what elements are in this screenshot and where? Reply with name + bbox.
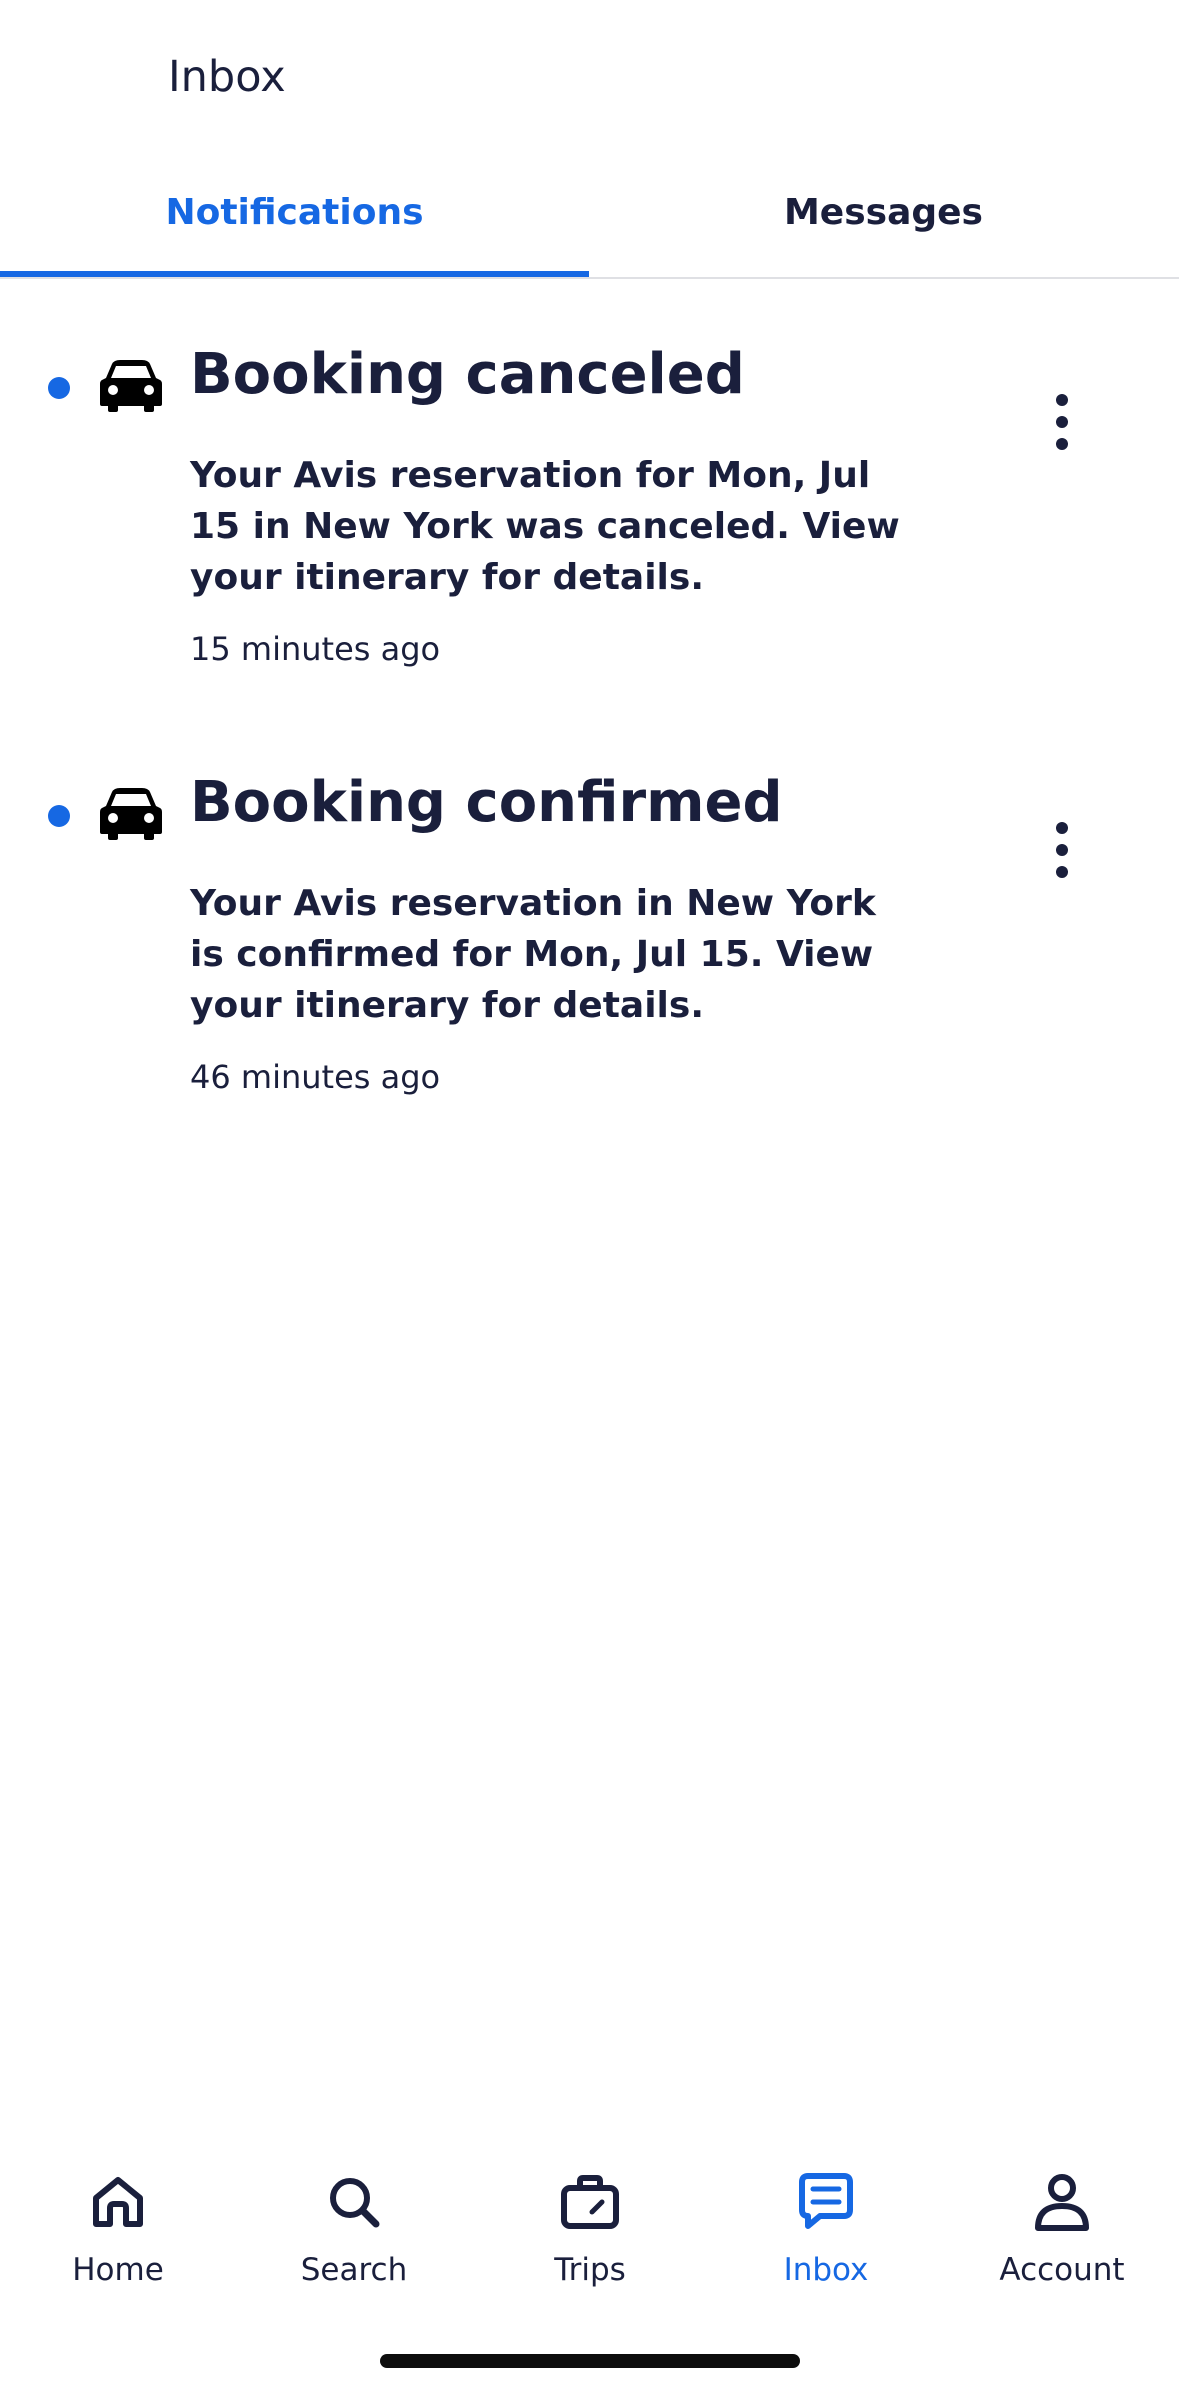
nav-inbox[interactable]: Inbox (708, 2160, 944, 2310)
message-icon (799, 2173, 853, 2229)
nav-label: Search (300, 2252, 408, 2288)
tab-messages[interactable]: Messages (589, 170, 1178, 278)
nav-label: Home (72, 2252, 164, 2288)
notification-title: Booking confirmed (190, 770, 783, 835)
nav-label: Account (999, 2252, 1125, 2288)
notification-body: Your Avis reservation for Mon, Jul 15 in… (190, 455, 900, 598)
tab-notifications[interactable]: Notifications (0, 170, 589, 278)
nav-home[interactable]: Home (0, 2160, 236, 2310)
home-indicator[interactable] (380, 2354, 800, 2368)
more-options-icon[interactable] (1044, 820, 1080, 880)
notification-title: Booking canceled (190, 342, 745, 407)
unread-dot (48, 805, 70, 827)
nav-search[interactable]: Search (236, 2160, 472, 2310)
unread-dot (48, 377, 70, 399)
car-icon (100, 788, 162, 840)
search-icon (330, 2178, 380, 2228)
more-options-icon[interactable] (1044, 392, 1080, 452)
suitcase-icon (561, 2175, 619, 2229)
active-tab-indicator (0, 271, 589, 277)
nav-label: Trips (554, 2252, 626, 2288)
nav-account[interactable]: Account (944, 2160, 1179, 2310)
inbox-screen: Inbox Notifications Messages Booking can… (0, 0, 1179, 2396)
notification-body: Your Avis reservation in New York is con… (190, 883, 876, 1026)
nav-trips[interactable]: Trips (472, 2160, 708, 2310)
notification-item[interactable]: Booking canceled Your Avis reservation f… (0, 340, 1179, 700)
notification-time: 46 minutes ago (190, 1058, 441, 1096)
bottom-nav: Home Search Trips Inbox Account (0, 2160, 1179, 2310)
nav-label: Inbox (783, 2252, 869, 2288)
notification-item[interactable]: Booking confirmed Your Avis reservation … (0, 768, 1179, 1128)
tab-divider (0, 277, 1179, 279)
car-icon (100, 360, 162, 412)
inbox-tabs: Notifications Messages (0, 170, 1179, 278)
home-icon (93, 2177, 143, 2227)
page-title: Inbox (168, 52, 286, 102)
notification-time: 15 minutes ago (190, 630, 441, 668)
person-icon (1035, 2174, 1089, 2231)
